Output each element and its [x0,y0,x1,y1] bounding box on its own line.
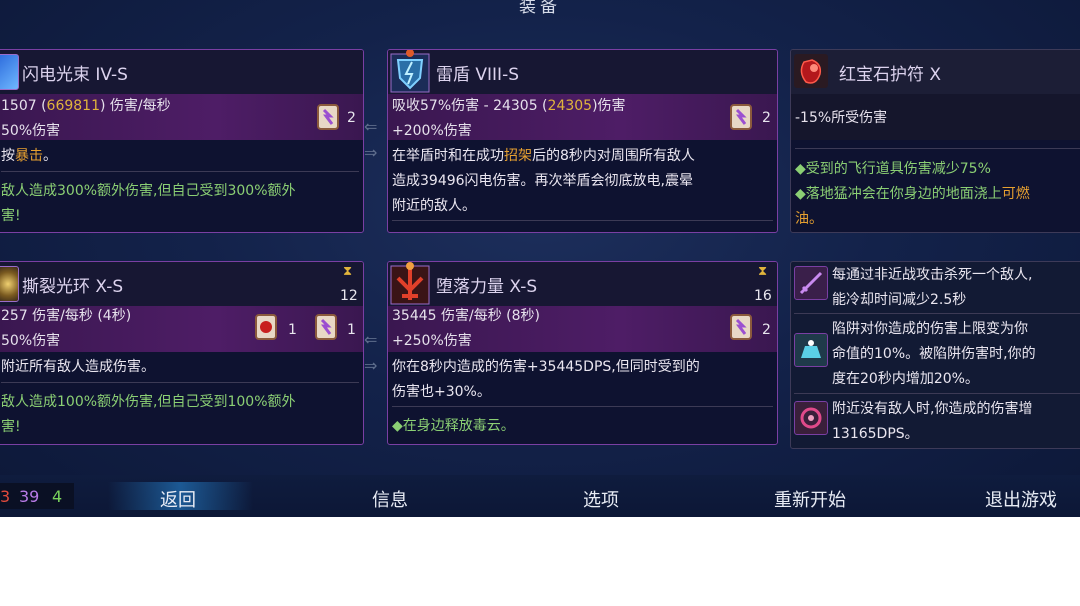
hourglass-icon: ⧗ [343,264,353,279]
mutation-text: 陷阱对你造成的伤害上限变为你 [832,321,1028,337]
mutation-sword-icon[interactable] [794,266,828,300]
desc-line: 在举盾时和在成功招架后的8秒内对周围所有敌人 [392,148,695,164]
restart-button[interactable]: 重新开始 [774,486,846,512]
scroll-count: 1 [347,322,356,338]
options-button[interactable]: 选项 [583,486,619,512]
green-effect-line: 敌人造成100%额外伤害,但自己受到100%额外 [1,394,296,410]
mutation-text: 能冷却时间减少2.5秒 [832,292,967,308]
scroll-icon [730,314,752,340]
mutation-text: 命值的10%。被陷阱伤害时,你的 [832,346,1036,362]
bonus-line: 50%伤害 [1,123,61,139]
scroll-icon [315,314,337,340]
scroll-count: 2 [347,110,356,126]
desc-line: 按暴击。 [1,148,57,164]
defense-line: -15%所受伤害 [795,110,888,126]
cooldown-value: 12 [340,288,358,304]
mutation-trap-icon[interactable] [794,333,828,367]
mutation-alone-icon[interactable] [794,401,828,435]
ruby-amulet-icon [794,54,828,88]
item-name: 闪电光束 IV-S [22,65,128,85]
scroll-count: 2 [762,110,771,126]
item-name: 红宝石护符 X [839,65,942,85]
scroll-icon [730,104,752,130]
desc-line: 造成39496闪电伤害。再次举盾会彻底放电,震晕 [392,173,693,189]
green-effect-line: ◆在身边释放毒云。 [392,418,515,434]
stat-brutality: 3 [0,487,11,506]
bottom-menu-bar: 3 39 4 返回 信息 选项 重新开始 退出游戏 [0,475,1080,517]
stat-survival: 4 [52,487,63,506]
screen-title: 装备 [519,0,561,17]
desc-line: 附近所有敌人造成伤害。 [1,359,155,375]
stat-tactics: 39 [19,487,40,506]
absorb-line: 吸收57%伤害 - 24305 (24305)伤害 [392,98,626,114]
green-effect-line: 害! [1,419,21,435]
card-ruby-amulet[interactable]: 红宝石护符 X -15%所受伤害 ◆受到的飞行道具伤害减少75% ◆落地猛冲会在… [790,49,1080,233]
lightning-beam-icon [0,54,19,90]
desc-line: 你在8秒内造成的伤害+35445DPS,但同时受到的 [392,359,700,375]
cooldown-value: 16 [754,288,772,304]
item-name: 雷盾 VIII-S [436,65,519,85]
arrow-left-icon: ⇐ [364,117,378,136]
scroll-icon [317,104,339,130]
mutation-text: 13165DPS。 [832,426,919,442]
scroll-count: 2 [762,322,771,338]
card-fallen-power[interactable]: 堕落力量 X-S ⧗ 16 35445 伤害/每秒 (8秒) +250%伤害 2… [387,261,778,445]
info-button[interactable]: 信息 [372,486,408,512]
back-button[interactable]: 返回 [160,486,196,512]
fallen-power-icon [390,262,430,305]
hourglass-icon: ⧗ [758,264,768,279]
green-effect-line: 油。 [795,211,823,227]
card-lightning-beam[interactable]: 闪电光束 IV-S 1507 (669811) 伤害/每秒 50%伤害 2 按暴… [0,49,364,233]
shield-icon [390,50,430,93]
item-name: 堕落力量 X-S [436,277,538,297]
mutation-text: 度在20秒内增加20%。 [832,371,979,387]
arrow-left-icon: ⇐ [364,330,378,349]
bonus-line: +250%伤害 [392,333,472,349]
damage-line: 257 伤害/每秒 (4秒) [1,308,132,324]
green-effect-line: ◆受到的飞行道具伤害减少75% [795,161,991,177]
bonus-line: +200%伤害 [392,123,472,139]
green-effect-line: 敌人造成300%额外伤害,但自己受到300%额外 [1,183,296,199]
halo-icon [0,266,19,302]
arrow-right-icon: ⇒ [364,356,378,375]
damage-line: 35445 伤害/每秒 (8秒) [392,308,540,324]
green-effect-line: 害! [1,208,21,224]
desc-line: 附近的敌人。 [392,198,476,214]
bonus-line: 50%伤害 [1,333,61,349]
damage-line: 1507 (669811) 伤害/每秒 [1,98,171,114]
quit-game-button[interactable]: 退出游戏 [985,486,1057,512]
card-thunder-shield[interactable]: 雷盾 VIII-S 吸收57%伤害 - 24305 (24305)伤害 +200… [387,49,778,233]
green-effect-line: ◆落地猛冲会在你身边的地面浇上可燃 [795,186,1030,202]
desc-line: 伤害也+30%。 [392,384,491,400]
card-tearing-halo[interactable]: 撕裂光环 X-S ⧗ 12 257 伤害/每秒 (4秒) 50%伤害 1 1 附… [0,261,364,445]
game-screen: 装备 闪电光束 IV-S 1507 (669811) 伤害/每秒 50%伤害 2… [0,0,1080,517]
scroll-count: 1 [288,322,297,338]
item-name: 撕裂光环 X-S [22,277,124,297]
mutation-text: 每通过非近战攻击杀死一个敌人, [832,267,1033,283]
mutation-text: 附近没有敌人时,你造成的伤害增 [832,401,1033,417]
arrow-right-icon: ⇒ [364,143,378,162]
red-scroll-icon [255,314,277,340]
